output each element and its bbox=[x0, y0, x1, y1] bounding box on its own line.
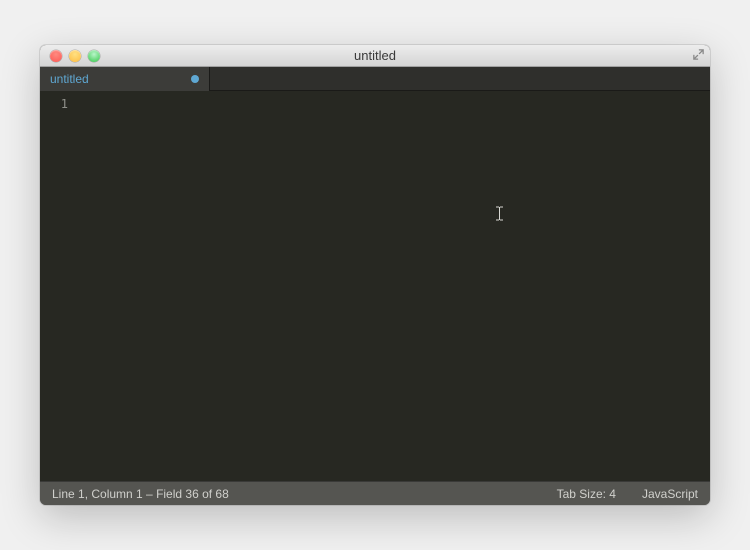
zoom-icon[interactable] bbox=[88, 50, 100, 62]
cursor-position[interactable]: Line 1, Column 1 – Field 36 of 68 bbox=[52, 487, 531, 501]
gutter: 1 bbox=[40, 91, 76, 481]
editor-window: untitled untitled 1 Line 1, Column 1 – F… bbox=[40, 45, 710, 505]
line-number: 1 bbox=[40, 95, 68, 113]
titlebar: untitled bbox=[40, 45, 710, 67]
text-area[interactable] bbox=[76, 91, 710, 481]
tab-size-selector[interactable]: Tab Size: 4 bbox=[557, 487, 616, 501]
fullscreen-icon[interactable] bbox=[691, 48, 706, 63]
tab-untitled[interactable]: untitled bbox=[40, 67, 210, 91]
tabbar: untitled bbox=[40, 67, 710, 91]
window-title: untitled bbox=[40, 48, 710, 63]
text-cursor-icon bbox=[496, 206, 503, 221]
close-icon[interactable] bbox=[50, 50, 62, 62]
syntax-selector[interactable]: JavaScript bbox=[642, 487, 698, 501]
statusbar: Line 1, Column 1 – Field 36 of 68 Tab Si… bbox=[40, 481, 710, 505]
editor-area[interactable]: 1 bbox=[40, 91, 710, 481]
traffic-lights bbox=[40, 50, 100, 62]
tab-label: untitled bbox=[50, 72, 191, 86]
minimize-icon[interactable] bbox=[69, 50, 81, 62]
dirty-indicator-icon bbox=[191, 75, 199, 83]
